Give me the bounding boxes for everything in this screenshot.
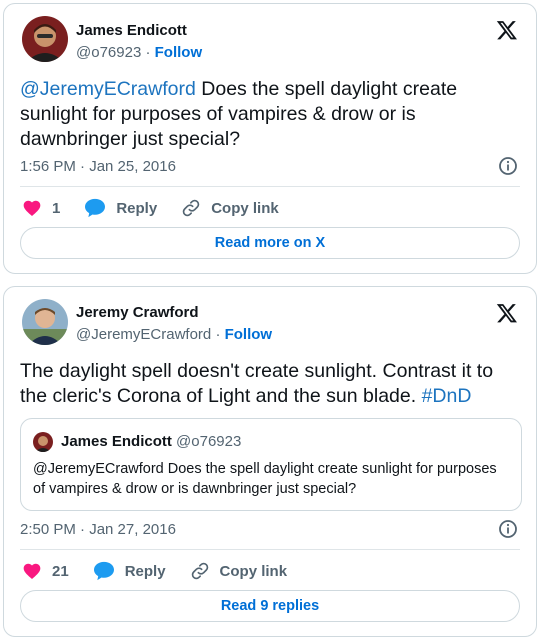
reply-label: Reply (124, 562, 166, 580)
reply-bubble-icon (85, 198, 106, 218)
quoted-tweet[interactable]: James Endicott @o76923 @JeremyECrawford … (20, 418, 522, 511)
tweet-card-jeremy-crawford: Jeremy Crawford @JeremyECrawford · Follo… (3, 286, 537, 637)
like-button[interactable]: 1 (22, 198, 60, 218)
timestamp[interactable]: 2:50 PM · Jan 27, 2016 (20, 521, 176, 538)
read-more-button[interactable]: Read more on X (20, 227, 520, 259)
author-handle[interactable]: @JeremyECrawford (76, 326, 211, 343)
mention-link[interactable]: @JeremyECrawford (20, 78, 196, 100)
timestamp[interactable]: 1:56 PM · Jan 25, 2016 (20, 158, 176, 175)
reply-bubble-icon (93, 561, 114, 581)
reply-label: Reply (116, 199, 158, 217)
copy-link-button[interactable]: Copy link (190, 561, 288, 581)
tweet-text: The daylight spell doesn't create sunlig… (20, 359, 525, 409)
divider (20, 549, 520, 550)
reply-button[interactable]: Reply (84, 198, 157, 218)
info-icon[interactable] (498, 519, 518, 539)
like-count: 21 (52, 562, 69, 580)
tweet-text: @JeremyECrawford Does the spell daylight… (20, 77, 525, 152)
link-icon (191, 562, 208, 580)
like-button[interactable]: 21 (22, 561, 69, 581)
copy-link-label: Copy link (219, 562, 288, 580)
reply-button[interactable]: Reply (93, 561, 166, 581)
action-bar: 21 Reply Copy link (22, 561, 311, 581)
like-count: 1 (52, 199, 61, 217)
avatar[interactable] (22, 16, 68, 62)
author-handle-row: @JeremyECrawford · Follow (76, 326, 272, 343)
follow-button[interactable]: Follow (155, 44, 203, 61)
read-replies-button[interactable]: Read 9 replies (20, 590, 520, 622)
author-name[interactable]: James Endicott (76, 22, 187, 39)
heart-icon (23, 563, 41, 579)
author-name[interactable]: Jeremy Crawford (76, 304, 199, 321)
x-logo-icon[interactable] (496, 302, 518, 324)
separator: · (145, 44, 151, 61)
hashtag-link[interactable]: #DnD (422, 385, 472, 407)
quoted-author: James Endicott @o76923 (61, 433, 241, 450)
heart-icon (23, 200, 41, 216)
separator: · (215, 326, 221, 343)
tweet-card-james-endicott: James Endicott @o76923 · Follow @JeremyE… (3, 3, 537, 274)
quoted-text: @JeremyECrawford Does the spell daylight… (33, 461, 497, 497)
divider (20, 186, 520, 187)
action-bar: 1 Reply Copy link (22, 198, 303, 218)
follow-button[interactable]: Follow (225, 326, 273, 343)
quoted-author-handle: @o76923 (176, 433, 242, 450)
avatar[interactable] (22, 299, 68, 345)
link-icon (182, 199, 200, 217)
author-handle[interactable]: @o76923 (76, 44, 141, 61)
author-handle-row: @o76923 · Follow (76, 44, 202, 61)
copy-link-button[interactable]: Copy link (181, 198, 279, 218)
quoted-author-name: James Endicott (61, 433, 172, 450)
copy-link-label: Copy link (211, 199, 279, 217)
info-icon[interactable] (498, 156, 518, 176)
x-logo-icon[interactable] (496, 19, 518, 41)
quoted-avatar (33, 432, 53, 452)
